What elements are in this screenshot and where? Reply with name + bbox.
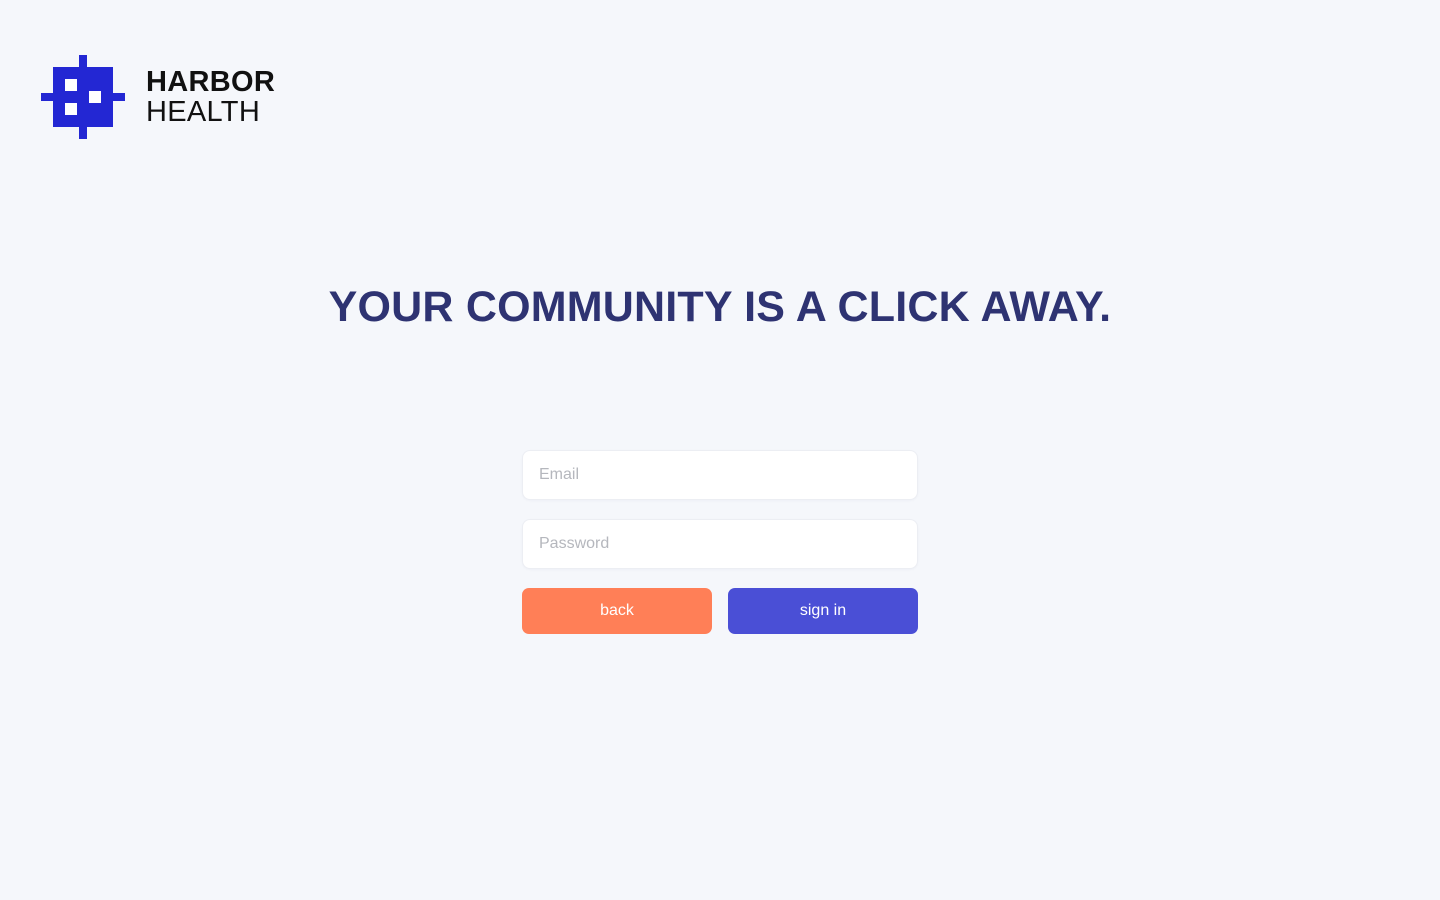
sign-in-button[interactable]: sign in [728,588,918,634]
brand-name: HARBOR HEALTH [146,67,275,127]
login-page: HARBOR HEALTH YOUR COMMUNITY IS A CLICK … [0,0,1440,900]
brand-logo[interactable]: HARBOR HEALTH [41,55,275,139]
brand-name-line1: HARBOR [146,66,276,98]
login-form: back sign in [522,450,918,634]
password-field[interactable] [522,519,918,569]
form-buttons: back sign in [522,588,918,634]
pixel-cross-logo-icon [41,55,125,139]
email-field[interactable] [522,450,918,500]
page-headline: YOUR COMMUNITY IS A CLICK AWAY. [328,283,1112,331]
back-button[interactable]: back [522,588,712,634]
brand-name-line2: HEALTH [146,96,261,128]
